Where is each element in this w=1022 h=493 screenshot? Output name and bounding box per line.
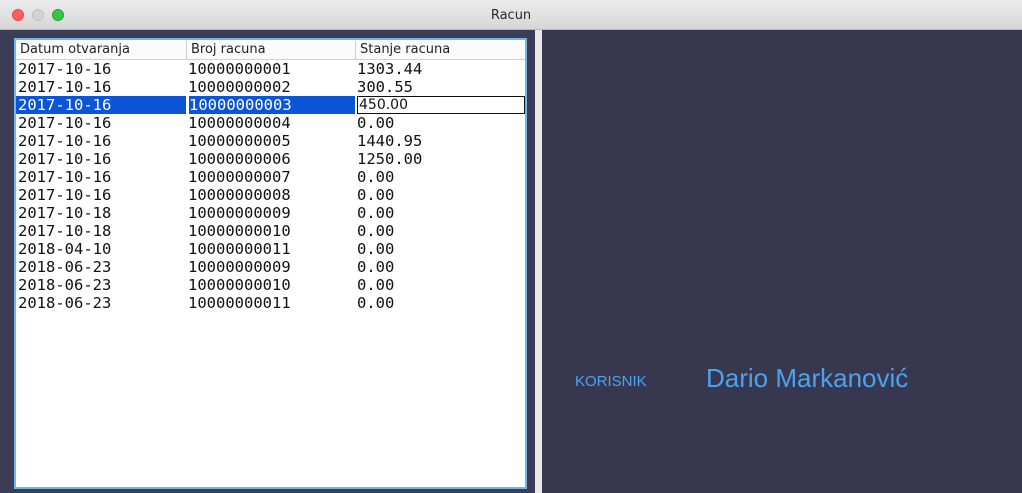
cell-date: 2018-06-23 (18, 258, 112, 276)
table-row[interactable]: 2017-10-16 10000000003 450.00 (16, 96, 525, 114)
table-row[interactable]: 2017-10-16 10000000006 1250.00 (16, 150, 525, 168)
table-row[interactable]: 2017-10-18 10000000010 0.00 (16, 222, 525, 240)
cell-date: 2017-10-16 (16, 96, 186, 114)
accounts-table[interactable]: Datum otvaranja Broj racuna Stanje racun… (14, 38, 527, 489)
cell-date: 2017-10-16 (18, 78, 112, 96)
cell-balance: 0.00 (357, 222, 395, 240)
table-row[interactable]: 2017-10-16 10000000007 0.00 (16, 168, 525, 186)
cell-date: 2018-06-23 (18, 294, 112, 312)
table-row[interactable]: 2017-10-18 10000000009 0.00 (16, 204, 525, 222)
cell-date: 2017-10-16 (18, 60, 112, 78)
cell-balance: 0.00 (357, 240, 395, 258)
cell-date: 2017-10-16 (18, 168, 112, 186)
table-row[interactable]: 2017-10-16 10000000001 1303.44 (16, 60, 525, 78)
cell-balance: 0.00 (357, 258, 395, 276)
column-header-date[interactable]: Datum otvaranja (16, 41, 130, 59)
column-header-account-number[interactable]: Broj racuna (186, 41, 266, 59)
cell-balance: 1303.44 (357, 60, 423, 78)
cell-date: 2017-10-18 (18, 222, 112, 240)
table-row[interactable]: 2018-06-23 10000000011 0.00 (16, 294, 525, 312)
cell-account-number: 10000000002 (188, 78, 291, 96)
table-row[interactable]: 2018-04-10 10000000011 0.00 (16, 240, 525, 258)
cell-date: 2017-10-16 (18, 150, 112, 168)
cell-account-number: 10000000009 (188, 204, 291, 222)
cell-account-number: 10000000010 (188, 222, 291, 240)
cell-account-number: 10000000010 (188, 276, 291, 294)
cell-account-number: 10000000008 (188, 186, 291, 204)
cell-date: 2018-06-23 (18, 276, 112, 294)
cell-balance: 300.55 (357, 78, 413, 96)
cell-date: 2018-04-10 (18, 240, 112, 258)
cell-balance: 0.00 (357, 168, 395, 186)
cell-account-number: 10000000003 (188, 96, 355, 114)
split-divider[interactable] (535, 30, 542, 493)
cell-balance: 1440.95 (357, 132, 423, 150)
table-row[interactable]: 2017-10-16 10000000005 1440.95 (16, 132, 525, 150)
table-row[interactable]: 2017-10-16 10000000002 300.55 (16, 78, 525, 96)
right-panel (542, 30, 1022, 493)
column-header-balance[interactable]: Stanje racuna (355, 41, 450, 59)
user-label: KORISNIK (575, 373, 647, 390)
cell-account-number: 10000000006 (188, 150, 291, 168)
cell-date: 2017-10-16 (18, 114, 112, 132)
user-name: Dario Markanović (706, 363, 909, 393)
table-row[interactable]: 2017-10-16 10000000008 0.00 (16, 186, 525, 204)
cell-balance: 1250.00 (357, 150, 423, 168)
cell-balance: 0.00 (357, 186, 395, 204)
cell-account-number: 10000000004 (188, 114, 291, 132)
window-title: Racun (490, 8, 532, 23)
cell-date: 2017-10-16 (18, 186, 112, 204)
cell-balance: 0.00 (357, 276, 395, 294)
cell-account-number: 10000000009 (188, 258, 291, 276)
cell-date: 2017-10-18 (18, 204, 112, 222)
cell-balance: 0.00 (357, 204, 395, 222)
cell-account-number: 10000000011 (188, 294, 291, 312)
cell-balance[interactable]: 450.00 (357, 96, 525, 114)
cell-account-number: 10000000005 (188, 132, 291, 150)
cell-account-number: 10000000007 (188, 168, 291, 186)
cell-account-number: 10000000011 (188, 240, 291, 258)
table-row[interactable]: 2017-10-16 10000000004 0.00 (16, 114, 525, 132)
title-bar: Racun (0, 0, 1022, 30)
cell-date: 2017-10-16 (18, 132, 112, 150)
table-body: 2017-10-16 10000000001 1303.44 2017-10-16 10… (16, 60, 525, 312)
table-header: Datum otvaranja Broj racuna Stanje racun… (16, 40, 525, 60)
table-row[interactable]: 2018-06-23 10000000009 0.00 (16, 258, 525, 276)
cell-balance: 0.00 (357, 114, 395, 132)
cell-balance: 0.00 (357, 294, 395, 312)
table-row[interactable]: 2018-06-23 10000000010 0.00 (16, 276, 525, 294)
cell-account-number: 10000000001 (188, 60, 291, 78)
